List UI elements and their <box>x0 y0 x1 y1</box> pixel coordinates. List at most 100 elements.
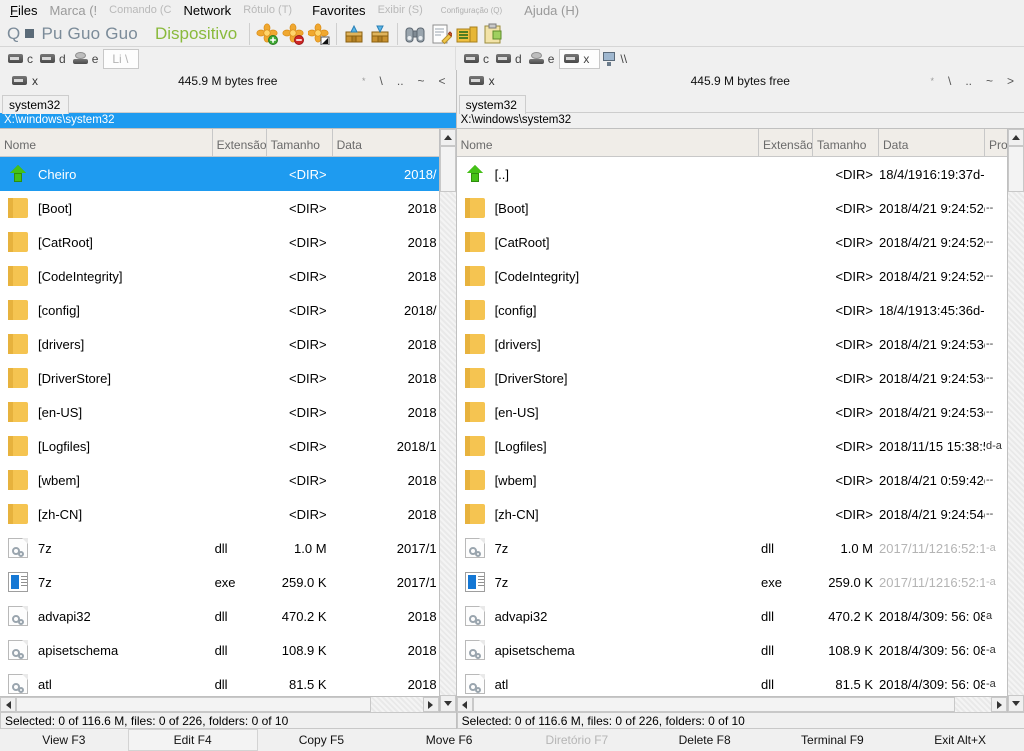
drive-button-li-left[interactable]: Li \ <box>103 49 139 69</box>
table-row[interactable]: [Logfiles]<DIR>2018/1 <box>0 429 439 463</box>
left-nav-star[interactable]: * <box>362 76 366 86</box>
right-col-ext[interactable]: Extensão <box>759 129 813 156</box>
right-vscrollbar[interactable] <box>1007 129 1024 712</box>
row-name-cell[interactable]: [Logfiles] <box>0 436 213 456</box>
table-row[interactable]: [CatRoot]<DIR>2018/4/21 9:24:52d-- <box>457 225 1007 259</box>
mark-add-icon[interactable] <box>256 23 278 45</box>
table-row[interactable]: apisetschemadll108.9 K2018/4/309: 56: 08… <box>457 633 1007 667</box>
clipboard-icon[interactable] <box>482 23 504 45</box>
left-nav-home[interactable]: ~ <box>418 74 425 88</box>
row-name-cell[interactable]: [Boot] <box>457 198 759 218</box>
left-vscroll-up-button[interactable] <box>440 129 456 146</box>
table-row[interactable]: [..]<DIR>18/4/1916:19:37d- <box>457 157 1007 191</box>
table-row[interactable]: advapi32dll470.2 K2018 <box>0 599 439 633</box>
right-nav-home[interactable]: ~ <box>986 74 993 88</box>
row-name-cell[interactable]: atl <box>0 674 213 694</box>
right-path-bar[interactable]: X:\windows\system32 <box>457 113 1024 129</box>
row-name-cell[interactable]: Cheiro <box>0 164 213 184</box>
left-tab-system32[interactable]: system32 <box>2 95 69 114</box>
right-hscroll-right-button[interactable] <box>991 697 1007 712</box>
left-nav-root[interactable]: \ <box>380 74 383 88</box>
table-row[interactable]: [en-US]<DIR>2018/4/21 9:24:53d-- <box>457 395 1007 429</box>
table-row[interactable]: [wbem]<DIR>2018/4/21 0:59:42d-- <box>457 463 1007 497</box>
right-col-date[interactable]: Data <box>879 129 985 156</box>
row-name-cell[interactable]: [CodeIntegrity] <box>457 266 759 286</box>
left-nav-up[interactable]: .. <box>397 74 404 88</box>
row-name-cell[interactable]: [en-US] <box>457 402 759 422</box>
table-row[interactable]: [CodeIntegrity]<DIR>2018/4/21 9:24:52d-- <box>457 259 1007 293</box>
right-vscroll-track[interactable] <box>1008 192 1024 695</box>
table-row[interactable]: 7zexe259.0 K2017/11/1216:52:13 -- a-a <box>457 565 1007 599</box>
menu-item-files[interactable]: FFilesiles <box>4 0 43 21</box>
table-row[interactable]: [DriverStore]<DIR>2018 <box>0 361 439 395</box>
right-nav-up[interactable]: .. <box>965 74 972 88</box>
menu-item-network[interactable]: Network <box>178 0 238 21</box>
right-hscrollbar[interactable] <box>457 696 1007 712</box>
right-hscroll-track[interactable] <box>955 697 991 712</box>
right-col-name[interactable]: Nome <box>457 129 759 156</box>
right-col-prop[interactable]: Propriedades <box>985 129 1007 156</box>
drive-button-c-left[interactable]: c <box>6 51 38 67</box>
table-row[interactable]: [CodeIntegrity]<DIR>2018 <box>0 259 439 293</box>
left-col-ext[interactable]: Extensão <box>213 129 267 156</box>
right-hscroll-thumb[interactable] <box>473 697 955 712</box>
left-vscroll-down-button[interactable] <box>440 695 456 712</box>
menu-item-comando[interactable]: Comando (C <box>103 0 177 21</box>
table-row[interactable]: [drivers]<DIR>2018 <box>0 327 439 361</box>
drive-button-c-right[interactable]: c <box>462 51 494 67</box>
row-name-cell[interactable]: [drivers] <box>457 334 759 354</box>
left-vscrollbar[interactable] <box>439 129 456 712</box>
row-name-cell[interactable]: advapi32 <box>457 606 759 626</box>
row-name-cell[interactable]: [drivers] <box>0 334 213 354</box>
row-name-cell[interactable]: [wbem] <box>0 470 213 490</box>
left-vscroll-track[interactable] <box>440 192 456 695</box>
menu-item-ajuda[interactable]: Ajuda (H) <box>508 0 585 21</box>
table-row[interactable]: advapi32dll470.2 K2018/4/309: 56: 08 -- … <box>457 599 1007 633</box>
table-row[interactable]: [Boot]<DIR>2018/4/21 9:24:52d-- <box>457 191 1007 225</box>
table-row[interactable]: [config]<DIR>2018/ <box>0 293 439 327</box>
table-row[interactable]: atldll81.5 K2018 <box>0 667 439 696</box>
table-row[interactable]: atldll81.5 K2018/4/309: 56: 08 -- a-a <box>457 667 1007 696</box>
row-name-cell[interactable]: [DriverStore] <box>0 368 213 388</box>
row-name-cell[interactable]: [Logfiles] <box>457 436 759 456</box>
row-name-cell[interactable]: [CatRoot] <box>0 232 213 252</box>
right-col-size[interactable]: Tamanho <box>813 129 879 156</box>
function-key-4[interactable]: Edit F4 <box>128 729 258 751</box>
row-name-cell[interactable]: [CatRoot] <box>457 232 759 252</box>
left-hscroll-right-button[interactable] <box>423 697 439 712</box>
drive-button-network-right[interactable]: \\ <box>600 51 632 67</box>
table-row[interactable]: Cheiro<DIR>2018/ <box>0 157 439 191</box>
drive-button-d-right[interactable]: d <box>494 51 527 67</box>
menu-item-exibir[interactable]: Exibir (S) <box>372 0 429 21</box>
right-vscroll-thumb[interactable] <box>1008 146 1024 192</box>
left-nav-back[interactable]: < <box>439 74 446 88</box>
left-hscrollbar[interactable] <box>0 696 439 712</box>
compare-edit-icon[interactable] <box>430 23 452 45</box>
row-name-cell[interactable]: atl <box>457 674 759 694</box>
row-name-cell[interactable]: advapi32 <box>0 606 213 626</box>
row-name-cell[interactable]: 7z <box>0 572 213 592</box>
menu-item-configuracao[interactable]: Configuração (Q) <box>429 0 508 21</box>
table-row[interactable]: [Boot]<DIR>2018 <box>0 191 439 225</box>
row-name-cell[interactable]: [zh-CN] <box>457 504 759 524</box>
multi-rename-icon[interactable] <box>456 23 478 45</box>
table-row[interactable]: [wbem]<DIR>2018 <box>0 463 439 497</box>
row-name-cell[interactable]: 7z <box>457 538 759 558</box>
row-name-cell[interactable]: [CodeIntegrity] <box>0 266 213 286</box>
mark-remove-icon[interactable] <box>282 23 304 45</box>
right-hscroll-left-button[interactable] <box>457 697 473 712</box>
right-nav-root[interactable]: \ <box>948 74 951 88</box>
right-vscroll-down-button[interactable] <box>1008 695 1024 712</box>
table-row[interactable]: [zh-CN]<DIR>2018/4/21 9:24:54d-- <box>457 497 1007 531</box>
drive-button-d-left[interactable]: d <box>38 51 71 67</box>
device-label[interactable]: Dispositivo <box>141 24 245 44</box>
left-hscroll-track[interactable] <box>371 697 423 712</box>
menu-item-rotulo[interactable]: Rótulo (T) <box>237 0 298 21</box>
left-col-name[interactable]: Nome <box>0 129 213 156</box>
left-col-date[interactable]: Data <box>333 129 439 156</box>
table-row[interactable]: [Logfiles]<DIR>2018/11/15 15:38:52d-a <box>457 429 1007 463</box>
drive-button-x-right[interactable]: x <box>559 49 600 69</box>
table-row[interactable]: [drivers]<DIR>2018/4/21 9:24:53d-- <box>457 327 1007 361</box>
row-name-cell[interactable]: [config] <box>0 300 213 320</box>
left-col-size[interactable]: Tamanho <box>267 129 333 156</box>
